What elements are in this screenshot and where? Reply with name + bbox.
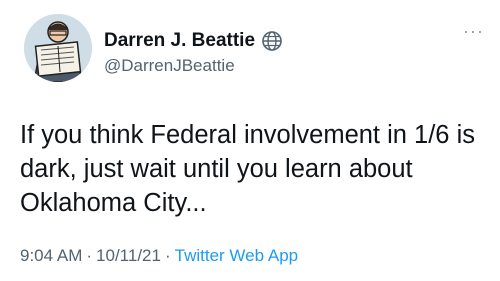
- tweet-date[interactable]: 10/11/21: [96, 246, 161, 265]
- tweet-metadata: 9:04 AM · 10/11/21 · Twitter Web App: [20, 246, 298, 266]
- tweet-card: Darren J. Beattie @DarrenJBeattie ··· If…: [0, 0, 500, 281]
- tweet-text: If you think Federal involvement in 1/6 …: [20, 121, 475, 217]
- tweet-source-link[interactable]: Twitter Web App: [175, 246, 298, 265]
- handle[interactable]: @DarrenJBeattie: [104, 56, 235, 76]
- meta-separator: ·: [164, 246, 171, 265]
- display-name[interactable]: Darren J. Beattie: [104, 30, 255, 52]
- tweet-time[interactable]: 9:04 AM: [20, 246, 82, 265]
- globe-icon: [261, 30, 283, 52]
- avatar[interactable]: [24, 14, 92, 82]
- avatar-illustration: [24, 14, 92, 82]
- more-options-button[interactable]: ···: [463, 22, 484, 40]
- author-name-row: Darren J. Beattie: [104, 30, 283, 52]
- meta-separator: ·: [86, 246, 93, 265]
